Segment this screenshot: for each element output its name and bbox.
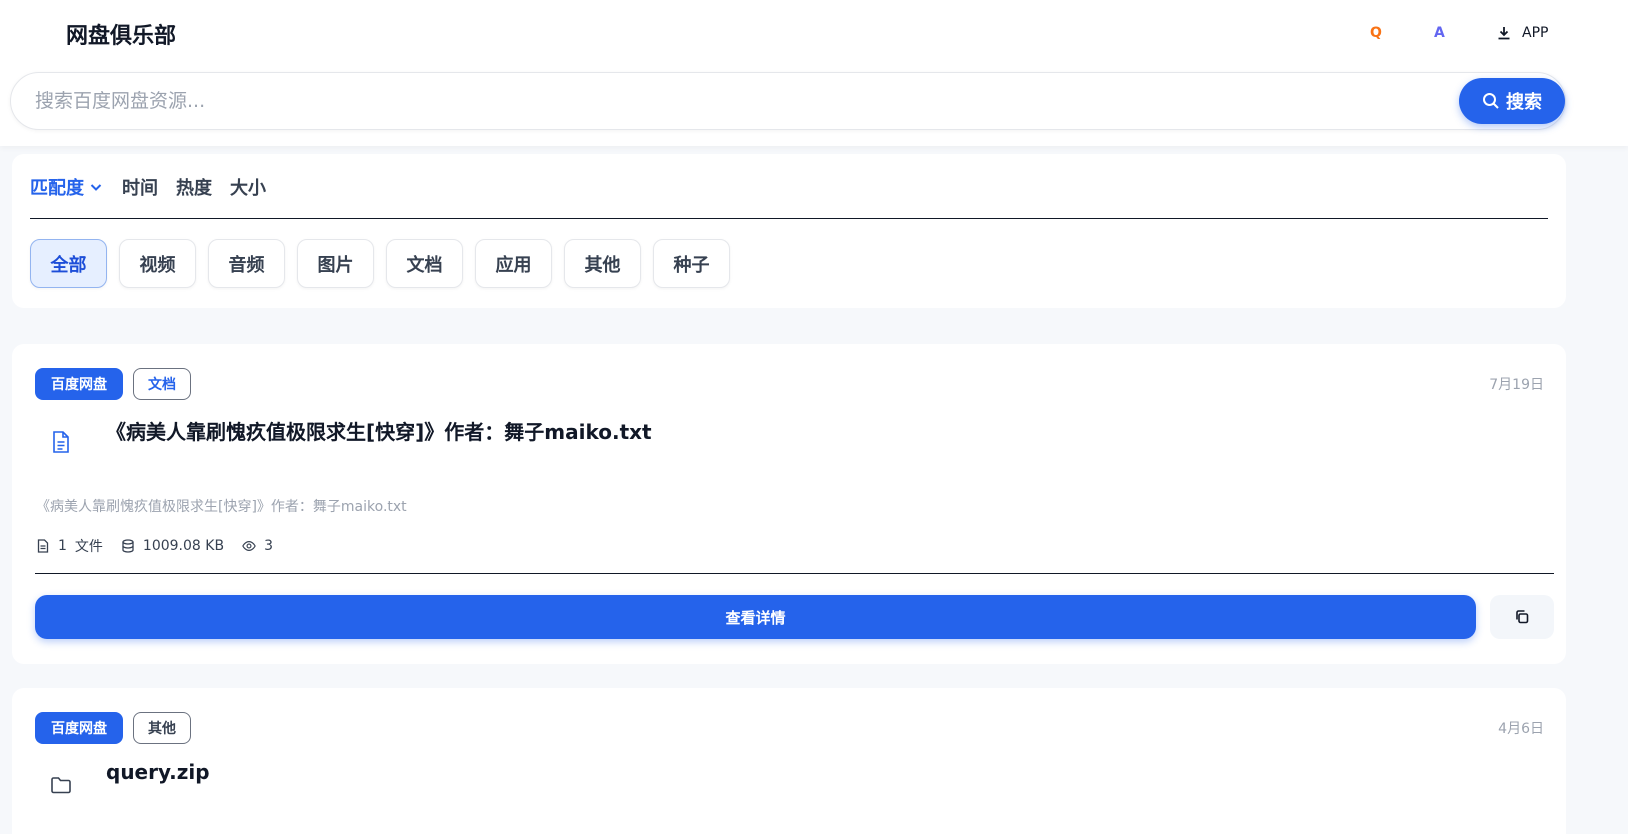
category-torrent[interactable]: 种子 bbox=[653, 239, 730, 288]
file-count-unit: 文件 bbox=[74, 539, 103, 555]
sort-popularity[interactable]: 热度 bbox=[176, 174, 212, 200]
result-date: 7月19日 bbox=[1489, 377, 1544, 393]
category-filters: 全部 视频 音频 图片 文档 应用 其他 种子 bbox=[30, 239, 730, 288]
site-logo[interactable]: 网盘俱乐部 bbox=[66, 18, 176, 50]
copy-icon bbox=[1516, 610, 1529, 624]
divider bbox=[35, 573, 1554, 574]
sort-size[interactable]: 大小 bbox=[230, 174, 266, 200]
type-tag: 其他 bbox=[133, 712, 191, 744]
database-icon bbox=[122, 539, 134, 553]
sort-relevance-label: 匹配度 bbox=[30, 178, 84, 199]
category-app[interactable]: 应用 bbox=[475, 239, 552, 288]
sort-time[interactable]: 时间 bbox=[122, 174, 158, 200]
result-title[interactable]: 《病美人靠刷愧疚值极限求生[快穿]》作者：舞子maiko.txt bbox=[106, 416, 652, 445]
chevron-down-icon bbox=[90, 184, 102, 191]
view-details-button[interactable]: 查看详情 bbox=[35, 595, 1476, 639]
app-download-button[interactable]: APP bbox=[1496, 22, 1548, 44]
sort-relevance[interactable]: 匹配度 bbox=[30, 174, 104, 200]
header: 网盘俱乐部 Q A APP 搜索 bbox=[0, 0, 1628, 146]
search-input[interactable] bbox=[35, 73, 1365, 129]
a-button[interactable]: A bbox=[1434, 22, 1445, 44]
category-other[interactable]: 其他 bbox=[564, 239, 641, 288]
search-icon bbox=[1483, 93, 1499, 109]
folder-icon bbox=[51, 777, 71, 794]
result-card: 百度网盘 文档 7月19日 《病美人靠刷愧疚值极限求生[快穿]》作者：舞子mai… bbox=[12, 344, 1566, 664]
q-button[interactable]: Q bbox=[1370, 22, 1382, 44]
category-image[interactable]: 图片 bbox=[297, 239, 374, 288]
category-audio[interactable]: 音频 bbox=[208, 239, 285, 288]
divider bbox=[30, 218, 1548, 219]
source-tag: 百度网盘 bbox=[35, 712, 123, 744]
file-count-value: 1 bbox=[58, 538, 67, 554]
file-size: 1009.08 KB bbox=[121, 538, 224, 554]
result-description: 《病美人靠刷愧疚值极限求生[快穿]》作者：舞子maiko.txt bbox=[36, 499, 407, 515]
result-meta: 1 文件 1009.08 KB 3 bbox=[36, 536, 273, 556]
result-card: 百度网盘 其他 4月6日 query.zip bbox=[12, 688, 1566, 834]
file-size-value: 1009.08 KB bbox=[142, 538, 225, 554]
result-date: 4月6日 bbox=[1498, 721, 1544, 737]
copy-button[interactable] bbox=[1490, 595, 1554, 639]
file-icon bbox=[37, 539, 49, 553]
app-label: APP bbox=[1522, 25, 1549, 41]
result-title[interactable]: query.zip bbox=[106, 760, 210, 784]
category-video[interactable]: 视频 bbox=[119, 239, 196, 288]
eye-icon bbox=[242, 541, 256, 551]
category-document[interactable]: 文档 bbox=[386, 239, 463, 288]
view-count-value: 3 bbox=[264, 538, 273, 554]
search-button-label: 搜索 bbox=[1506, 92, 1542, 113]
source-tag: 百度网盘 bbox=[35, 368, 123, 400]
category-all[interactable]: 全部 bbox=[30, 239, 107, 288]
search-button[interactable]: 搜索 bbox=[1459, 78, 1565, 124]
filter-panel: 匹配度 时间 热度 大小 全部 视频 音频 图片 文档 应用 其他 种子 bbox=[12, 154, 1566, 308]
document-icon bbox=[53, 431, 69, 453]
file-count: 1 文件 bbox=[36, 536, 103, 556]
type-tag: 文档 bbox=[133, 368, 191, 400]
download-icon bbox=[1498, 27, 1510, 40]
search-bar: 搜索 bbox=[10, 72, 1566, 130]
view-count: 3 bbox=[242, 538, 273, 554]
sort-options: 匹配度 时间 热度 大小 bbox=[30, 174, 266, 200]
